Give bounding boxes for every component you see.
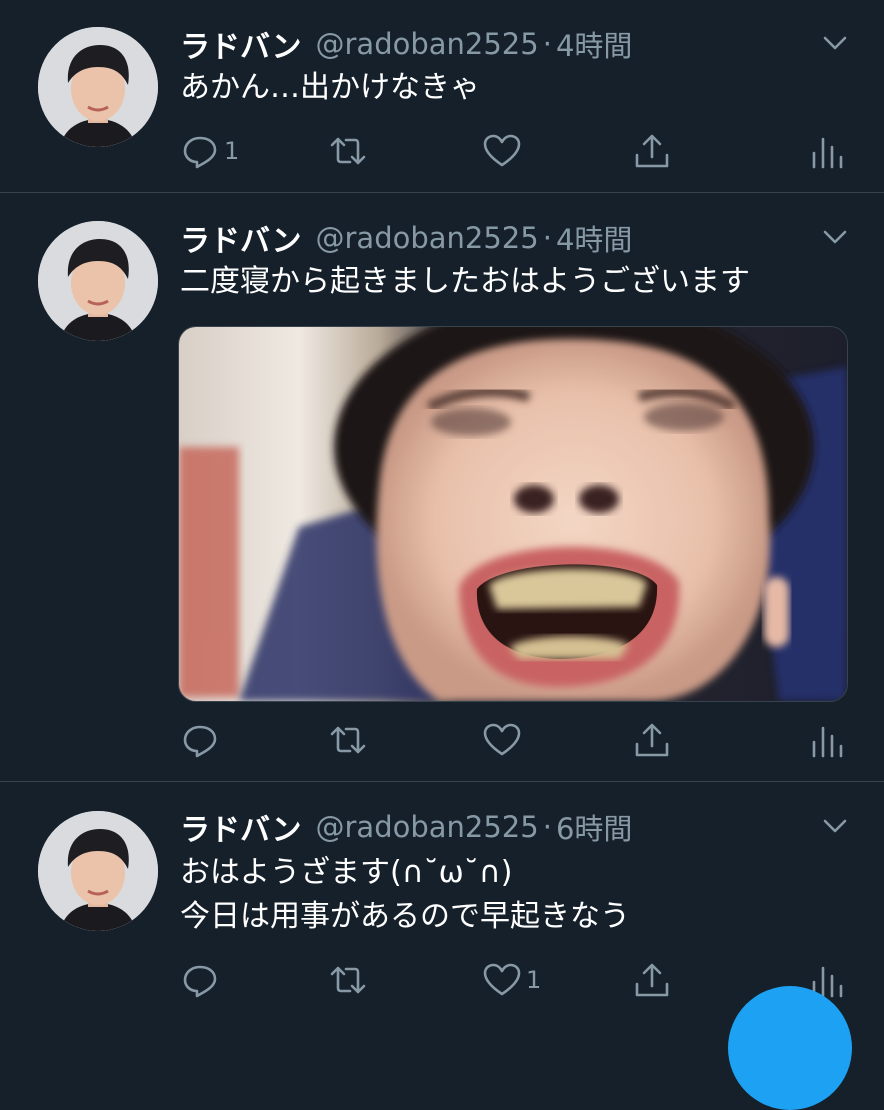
like-button[interactable] xyxy=(482,718,526,762)
retweet-icon xyxy=(330,726,366,754)
analytics-icon xyxy=(812,137,843,169)
separator: · xyxy=(542,27,552,61)
display-name[interactable]: ラドバン xyxy=(180,22,302,66)
analytics-button[interactable] xyxy=(806,718,846,762)
chevron-down-icon[interactable] xyxy=(820,811,850,841)
avatar-image xyxy=(38,221,158,341)
timestamp[interactable]: 4時間 xyxy=(556,23,632,65)
tweet-text: あかん…出かけなきゃ xyxy=(180,66,480,110)
tweet-actions: 1 xyxy=(180,958,844,1002)
tweet-text: おはようざます(∩˘ω˘∩) 今日は用事があるので早起きなう xyxy=(180,851,630,939)
share-button[interactable] xyxy=(632,718,672,762)
tweet-actions: 1 xyxy=(180,129,844,173)
reply-icon xyxy=(183,136,217,169)
user-handle[interactable]: @radoban2525 xyxy=(316,27,539,61)
retweet-button[interactable] xyxy=(328,129,368,173)
chevron-down-icon[interactable] xyxy=(820,222,850,252)
retweet-button[interactable] xyxy=(328,958,368,1002)
avatar-image xyxy=(38,811,158,931)
retweet-icon xyxy=(330,966,366,994)
heart-icon xyxy=(483,723,521,756)
tweet-header: ラドバン @radoban2525 · 4時間 xyxy=(180,216,632,260)
tweet-header: ラドバン @radoban2525 · 4時間 xyxy=(180,22,632,66)
analytics-icon xyxy=(812,726,843,758)
retweet-button[interactable] xyxy=(328,718,368,762)
display-name[interactable]: ラドバン xyxy=(180,805,302,849)
avatar[interactable] xyxy=(38,811,158,931)
share-button[interactable] xyxy=(632,129,672,173)
reply-icon xyxy=(183,965,217,998)
timestamp[interactable]: 4時間 xyxy=(556,217,632,259)
chevron-down-icon[interactable] xyxy=(820,28,850,58)
share-icon xyxy=(635,963,669,997)
tweet[interactable]: ラドバン @radoban2525 · 4時間 あかん…出かけなきゃ 1 xyxy=(0,0,884,193)
share-button[interactable] xyxy=(632,958,672,1002)
tweet-text: 二度寝から起きましたおはようございます xyxy=(180,260,750,304)
retweet-icon xyxy=(330,137,366,165)
separator: · xyxy=(542,810,552,844)
heart-icon xyxy=(483,134,521,167)
tweet-header: ラドバン @radoban2525 · 6時間 xyxy=(180,805,632,849)
tweet-photo-image xyxy=(179,327,847,701)
heart-icon xyxy=(483,963,521,996)
analytics-button[interactable] xyxy=(806,129,846,173)
display-name[interactable]: ラドバン xyxy=(180,216,302,260)
timestamp[interactable]: 6時間 xyxy=(556,806,632,848)
avatar-image xyxy=(38,27,158,147)
share-icon xyxy=(635,723,669,757)
reply-button[interactable] xyxy=(180,958,224,1002)
tweet[interactable]: ラドバン @radoban2525 · 4時間 二度寝から起きましたおはようござ… xyxy=(0,193,884,782)
avatar[interactable] xyxy=(38,27,158,147)
tweet-text-line: 二度寝から起きましたおはようございます xyxy=(180,264,750,299)
compose-tweet-button[interactable] xyxy=(728,986,852,1110)
tweet-text-line: あかん…出かけなきゃ xyxy=(180,70,480,105)
user-handle[interactable]: @radoban2525 xyxy=(316,810,539,844)
tweet-text-line: 今日は用事があるので早起きなう xyxy=(180,899,630,934)
user-handle[interactable]: @radoban2525 xyxy=(316,221,539,255)
tweet-actions xyxy=(180,718,844,762)
like-count: 1 xyxy=(526,966,542,994)
tweet[interactable]: ラドバン @radoban2525 · 6時間 おはようざます(∩˘ω˘∩) 今… xyxy=(0,782,884,1024)
like-button[interactable]: 1 xyxy=(482,958,541,1002)
reply-button[interactable] xyxy=(180,718,224,762)
tweet-text-line: おはようざます(∩˘ω˘∩) xyxy=(180,855,513,890)
share-icon xyxy=(635,134,669,168)
like-button[interactable] xyxy=(482,129,526,173)
reply-button[interactable]: 1 xyxy=(180,129,239,173)
separator: · xyxy=(542,221,552,255)
avatar[interactable] xyxy=(38,221,158,341)
reply-icon xyxy=(183,725,217,758)
tweet-photo[interactable] xyxy=(178,326,848,702)
reply-count: 1 xyxy=(224,137,240,165)
